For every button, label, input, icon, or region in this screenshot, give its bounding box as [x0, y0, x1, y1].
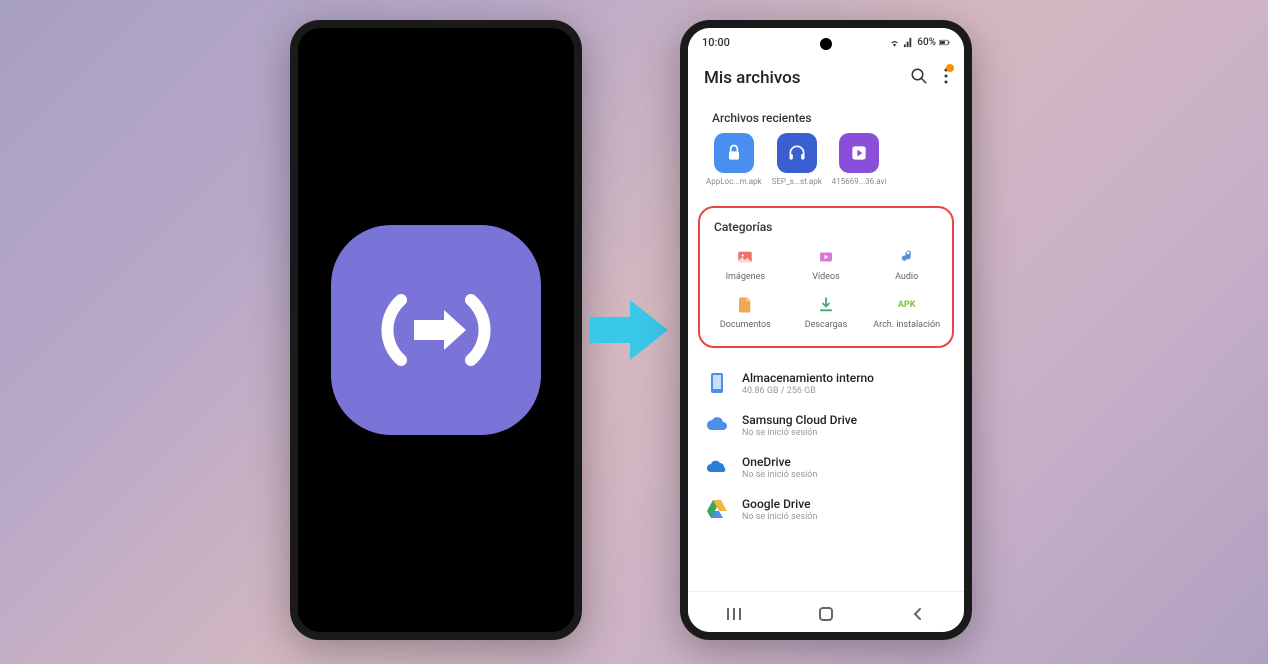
- onedrive-icon: [704, 454, 730, 480]
- downloads-icon: [817, 296, 835, 314]
- categories-title: Categorías: [708, 218, 944, 242]
- phone-quickshare: [290, 20, 582, 640]
- storage-section: Almacenamiento interno 40.86 GB / 256 GB…: [698, 358, 954, 534]
- app-header: Mis archivos: [688, 53, 964, 99]
- recent-title: Archivos recientes: [706, 109, 946, 133]
- android-nav-bar: [688, 591, 964, 632]
- battery-icon: [939, 37, 950, 48]
- search-button[interactable]: [910, 67, 928, 89]
- storage-name: Samsung Cloud Drive: [742, 413, 948, 427]
- category-label: Arch. instalación: [873, 320, 940, 330]
- page-title: Mis archivos: [704, 68, 801, 88]
- phone-storage-icon: [704, 370, 730, 396]
- images-icon: [736, 248, 754, 266]
- storage-samsung-cloud[interactable]: Samsung Cloud Drive No se inició sesión: [698, 404, 954, 446]
- storage-onedrive[interactable]: OneDrive No se inició sesión: [698, 446, 954, 488]
- category-label: Descargas: [805, 320, 848, 330]
- storage-google-drive[interactable]: Google Drive No se inició sesión: [698, 488, 954, 530]
- recent-file-name: SEP_s...st.apk: [772, 177, 822, 186]
- storage-sub: No se inició sesión: [742, 512, 948, 522]
- headphones-app-icon: [777, 133, 817, 173]
- arrow-right-icon: [590, 295, 670, 365]
- menu-button[interactable]: [944, 68, 948, 88]
- audio-icon: [898, 248, 916, 266]
- categories-section: Categorías Imágenes Vídeos: [698, 206, 954, 348]
- phone-myfiles: 10:00 60% Mis archivos: [680, 20, 972, 640]
- storage-sub: No se inició sesión: [742, 428, 948, 438]
- category-images[interactable]: Imágenes: [708, 248, 783, 282]
- notification-badge-icon: [946, 64, 954, 72]
- category-apk[interactable]: APK Arch. instalación: [869, 296, 944, 330]
- storage-internal[interactable]: Almacenamiento interno 40.86 GB / 256 GB: [698, 362, 954, 404]
- camera-hole-icon: [430, 38, 442, 50]
- documents-icon: [736, 296, 754, 314]
- video-app-icon: [839, 133, 879, 173]
- recent-file-name: AppLoc...m.apk: [706, 177, 762, 186]
- lock-app-icon: [714, 133, 754, 173]
- storage-sub: 40.86 GB / 256 GB: [742, 386, 948, 396]
- recent-file-item[interactable]: 415669...36.avi: [832, 133, 887, 186]
- videos-icon: [817, 248, 835, 266]
- recent-apps-button[interactable]: [724, 604, 744, 624]
- category-label: Imágenes: [726, 272, 765, 282]
- category-audio[interactable]: Audio: [869, 248, 944, 282]
- signal-icon: [903, 37, 914, 48]
- category-label: Vídeos: [812, 272, 840, 282]
- battery-percent: 60%: [917, 37, 936, 48]
- storage-name: OneDrive: [742, 455, 948, 469]
- google-drive-icon: [704, 496, 730, 522]
- camera-hole-icon: [820, 38, 832, 50]
- category-documents[interactable]: Documentos: [708, 296, 783, 330]
- status-time: 10:00: [702, 36, 730, 49]
- wifi-icon: [889, 37, 900, 48]
- storage-name: Google Drive: [742, 497, 948, 511]
- recent-file-name: 415669...36.avi: [832, 177, 887, 186]
- category-videos[interactable]: Vídeos: [789, 248, 864, 282]
- category-downloads[interactable]: Descargas: [789, 296, 864, 330]
- storage-sub: No se inició sesión: [742, 470, 948, 480]
- recent-file-item[interactable]: AppLoc...m.apk: [706, 133, 762, 186]
- storage-name: Almacenamiento interno: [742, 371, 948, 385]
- home-button[interactable]: [816, 604, 836, 624]
- samsung-cloud-icon: [704, 412, 730, 438]
- apk-icon: APK: [898, 296, 916, 314]
- category-label: Documentos: [720, 320, 771, 330]
- recent-files-section: Archivos recientes AppLoc...m.apk SEP_s.…: [698, 99, 954, 196]
- quickshare-logo-icon: [331, 225, 541, 435]
- category-label: Audio: [895, 272, 918, 282]
- recent-file-item[interactable]: SEP_s...st.apk: [772, 133, 822, 186]
- back-button[interactable]: [908, 604, 928, 624]
